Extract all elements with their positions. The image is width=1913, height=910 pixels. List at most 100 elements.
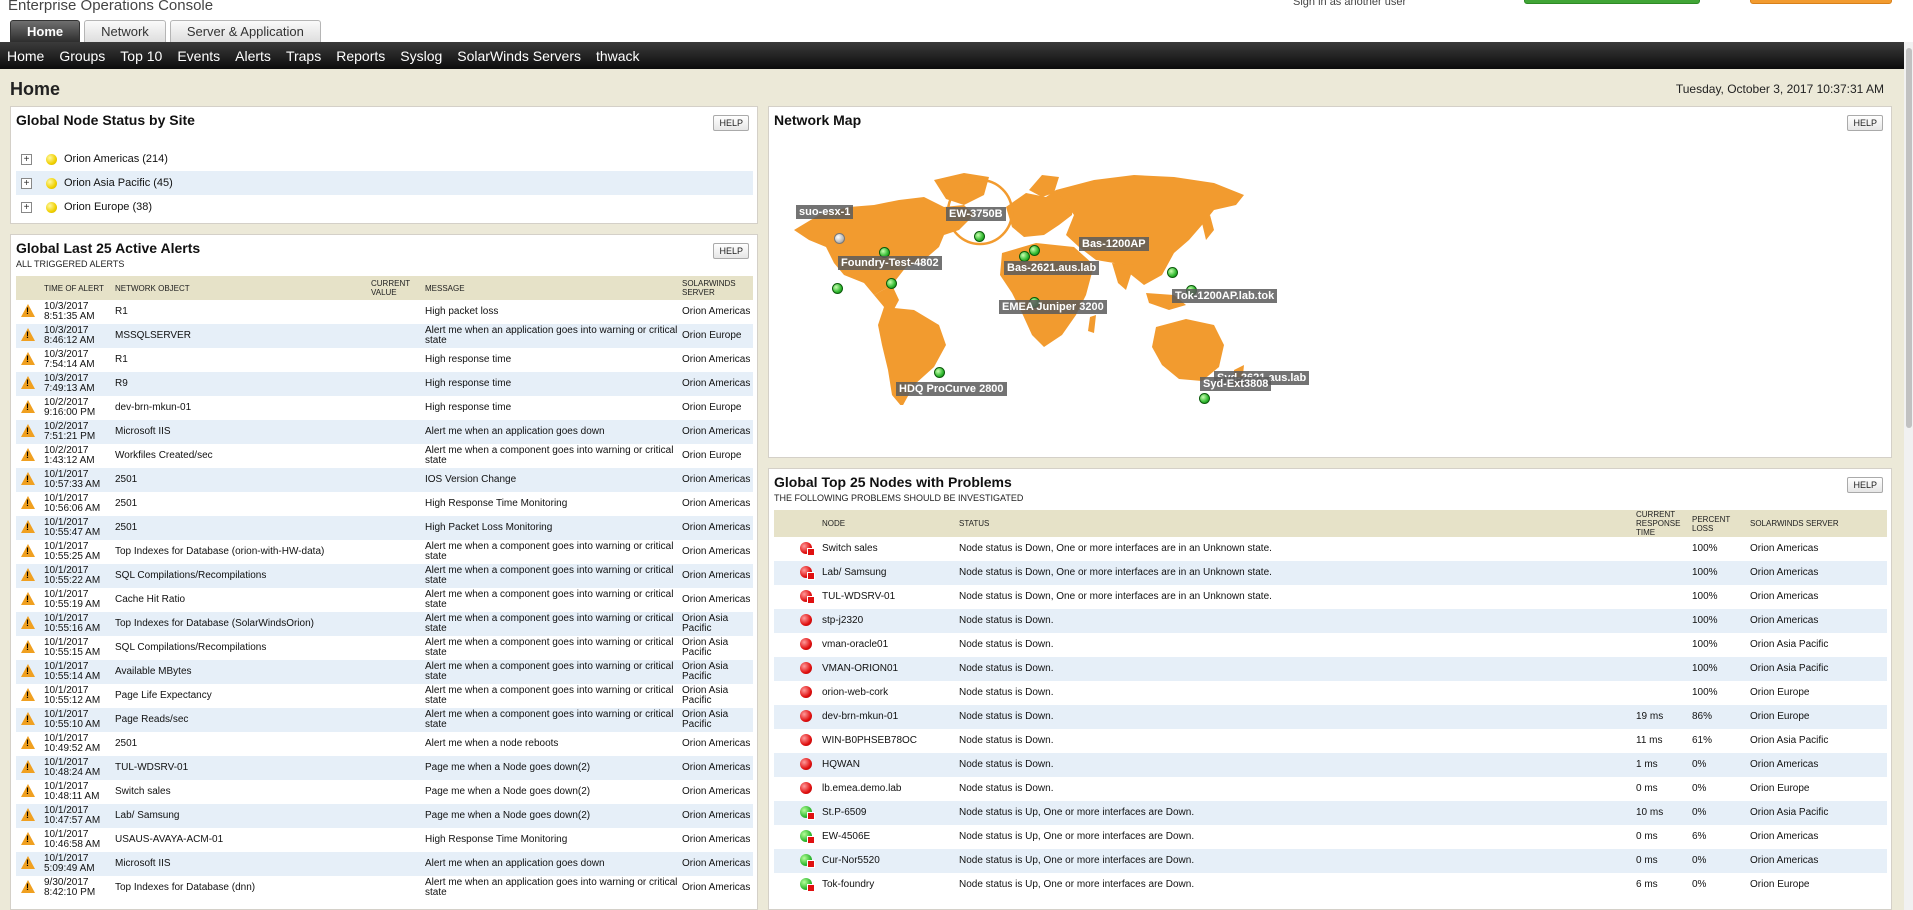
table-row[interactable]: dev-brn-mkun-01 Node status is Down. 19 ms… bbox=[774, 705, 1887, 729]
node-server[interactable]: Orion Europe bbox=[1748, 873, 1887, 897]
expand-icon[interactable]: + bbox=[21, 177, 32, 189]
alert-server[interactable]: Orion Europe bbox=[680, 444, 753, 468]
table-row[interactable]: Cur-Nor5520 Node status is Up, One or mor… bbox=[774, 849, 1887, 873]
node-server[interactable]: Orion Europe bbox=[1748, 705, 1887, 729]
node-name[interactable]: orion-web-cork bbox=[820, 681, 957, 705]
tab-server-application[interactable]: Server & Application bbox=[169, 20, 321, 42]
alert-server[interactable]: Orion Americas bbox=[680, 828, 753, 852]
alert-server[interactable]: Orion Americas bbox=[680, 564, 753, 588]
alert-network-object[interactable]: Lab/ Samsung bbox=[113, 804, 369, 828]
alert-message[interactable]: High response time bbox=[423, 372, 680, 396]
node-name[interactable]: Cur-Nor5520 bbox=[820, 849, 957, 873]
table-row[interactable]: vman-oracle01 Node status is Down. 100% Ori… bbox=[774, 633, 1887, 657]
alert-message[interactable]: Alert me when a component goes into warn… bbox=[423, 588, 680, 612]
node-server[interactable]: Orion Americas bbox=[1748, 585, 1887, 609]
alert-network-object[interactable]: Top Indexes for Database (dnn) bbox=[113, 876, 369, 900]
map-label[interactable]: EMEA Juniper 3200 bbox=[999, 300, 1107, 314]
help-button[interactable]: HELP bbox=[713, 115, 749, 131]
world-map[interactable]: suo-esx-1 EW-3750B Bas-1200AP Foundry-Te… bbox=[774, 135, 1674, 407]
alert-message[interactable]: Alert me when an application goes down bbox=[423, 420, 680, 444]
table-row[interactable]: HQWAN Node status is Down. 1 ms 0% Orion Ame… bbox=[774, 753, 1887, 777]
alert-network-object[interactable]: R1 bbox=[113, 300, 369, 324]
nav-top-10[interactable]: Top 10 bbox=[120, 48, 162, 64]
alert-server[interactable]: Orion Americas bbox=[680, 516, 753, 540]
alert-network-object[interactable]: Workfiles Created/sec bbox=[113, 444, 369, 468]
table-row[interactable]: VMAN-ORION01 Node status is Down. 100% Orio… bbox=[774, 657, 1887, 681]
alert-message[interactable]: Alert me when a component goes into warn… bbox=[423, 660, 680, 684]
table-row[interactable]: Tok-foundry Node status is Up, One or mor… bbox=[774, 873, 1887, 897]
map-node[interactable] bbox=[832, 283, 843, 294]
node-server[interactable]: Orion Europe bbox=[1748, 681, 1887, 705]
table-row[interactable]: orion-web-cork Node status is Down. 100% Or… bbox=[774, 681, 1887, 705]
node-name[interactable]: WIN-B0PHSEB78OC bbox=[820, 729, 957, 753]
alert-server[interactable]: Orion Americas bbox=[680, 804, 753, 828]
table-row[interactable]: 10/1/2017 10:55:12 AM Page Life Expectanc… bbox=[16, 684, 753, 708]
table-row[interactable]: 10/1/2017 10:55:22 AMSQL Compilations/Re… bbox=[16, 564, 753, 588]
alert-network-object[interactable]: USAUS-AVAYA-ACM-01 bbox=[113, 828, 369, 852]
alert-message[interactable]: Alert me when an application goes into w… bbox=[423, 324, 680, 348]
node-server[interactable]: Orion Asia Pacific bbox=[1748, 657, 1887, 681]
alert-network-object[interactable]: 2501 bbox=[113, 468, 369, 492]
node-server[interactable]: Orion Americas bbox=[1748, 537, 1887, 561]
table-row[interactable]: 10/3/2017 8:46:12 AMMSSQLSERVER Alert me … bbox=[16, 324, 753, 348]
nav-reports[interactable]: Reports bbox=[336, 48, 385, 64]
alert-server[interactable]: Orion Americas bbox=[680, 732, 753, 756]
map-label[interactable]: Foundry-Test-4802 bbox=[838, 256, 942, 270]
node-server[interactable]: Orion Europe bbox=[1748, 777, 1887, 801]
node-server[interactable]: Orion Americas bbox=[1748, 849, 1887, 873]
nav-groups[interactable]: Groups bbox=[59, 48, 105, 64]
alert-network-object[interactable]: TUL-WDSRV-01 bbox=[113, 756, 369, 780]
site-link[interactable]: Orion Asia Pacific (45) bbox=[64, 177, 173, 189]
nav-traps[interactable]: Traps bbox=[286, 48, 321, 64]
alert-server[interactable]: Orion Americas bbox=[680, 300, 753, 324]
alert-network-object[interactable]: R1 bbox=[113, 348, 369, 372]
node-name[interactable]: Switch sales bbox=[820, 537, 957, 561]
map-node[interactable] bbox=[1199, 393, 1210, 404]
node-name[interactable]: EW-4506E bbox=[820, 825, 957, 849]
table-row[interactable]: 10/1/2017 10:46:58 AM USAUS-AVAYA-ACM-01 H… bbox=[16, 828, 753, 852]
site-link[interactable]: Orion Americas (214) bbox=[64, 153, 168, 165]
expand-icon[interactable]: + bbox=[21, 153, 32, 165]
node-name[interactable]: lb.emea.demo.lab bbox=[820, 777, 957, 801]
table-row[interactable]: TUL-WDSRV-01 Node status is Down, One or … bbox=[774, 585, 1887, 609]
tab-home[interactable]: Home bbox=[10, 20, 81, 42]
node-name[interactable]: TUL-WDSRV-01 bbox=[820, 585, 957, 609]
table-row[interactable]: 10/3/2017 7:49:13 AMR9 High response time… bbox=[16, 372, 753, 396]
alert-network-object[interactable]: Available MBytes bbox=[113, 660, 369, 684]
alert-network-object[interactable]: Microsoft IIS bbox=[113, 420, 369, 444]
node-server[interactable]: Orion Americas bbox=[1748, 753, 1887, 777]
alert-message[interactable]: Alert me when a component goes into warn… bbox=[423, 540, 680, 564]
table-row[interactable]: 10/1/2017 10:48:24 AMTUL-WDSRV-01 Page me… bbox=[16, 756, 753, 780]
col-server[interactable]: SOLARWINDS SERVER bbox=[1748, 510, 1887, 537]
table-row[interactable]: 10/1/2017 10:56:06 AM 2501 High Response T… bbox=[16, 492, 753, 516]
col-response-time[interactable]: CURRENT RESPONSE TIME bbox=[1634, 510, 1690, 537]
table-row[interactable]: 10/1/2017 10:47:57 AMLab/ Samsung Page me… bbox=[16, 804, 753, 828]
nav-alerts[interactable]: Alerts bbox=[235, 48, 271, 64]
table-row[interactable]: 10/1/2017 10:49:52 AM 2501 Alert me when a… bbox=[16, 732, 753, 756]
table-row[interactable]: lb.emea.demo.lab Node status is Down. 0 ms… bbox=[774, 777, 1887, 801]
map-label[interactable]: Bas-2621.aus.lab bbox=[1004, 261, 1100, 275]
alert-server[interactable]: Orion Americas bbox=[680, 540, 753, 564]
table-row[interactable]: 10/1/2017 10:57:33 AM2501 IOS Version Cha… bbox=[16, 468, 753, 492]
alert-network-object[interactable]: Microsoft IIS bbox=[113, 852, 369, 876]
alert-message[interactable]: Alert me when an application goes down bbox=[423, 852, 680, 876]
node-name[interactable]: Lab/ Samsung bbox=[820, 561, 957, 585]
col-time[interactable]: TIME OF ALERT bbox=[42, 276, 113, 300]
alert-network-object[interactable]: Page Reads/sec bbox=[113, 708, 369, 732]
node-name[interactable]: VMAN-ORION01 bbox=[820, 657, 957, 681]
map-label[interactable]: HDQ ProCurve 2800 bbox=[896, 382, 1007, 396]
alert-network-object[interactable]: Top Indexes for Database (SolarWindsOrio… bbox=[113, 612, 369, 636]
alert-server[interactable]: Orion Americas bbox=[680, 348, 753, 372]
map-node[interactable] bbox=[886, 278, 897, 289]
alert-server[interactable]: Orion Asia Pacific bbox=[680, 636, 753, 660]
alert-server[interactable]: Orion Americas bbox=[680, 420, 753, 444]
node-name[interactable]: vman-oracle01 bbox=[820, 633, 957, 657]
alert-server[interactable]: Orion Europe bbox=[680, 396, 753, 420]
map-label[interactable]: suo-esx-1 bbox=[796, 205, 854, 219]
col-node[interactable]: NODE bbox=[820, 510, 957, 537]
table-row[interactable]: Lab/ Samsung Node status is Down, One or … bbox=[774, 561, 1887, 585]
help-button[interactable]: HELP bbox=[713, 243, 749, 259]
alert-network-object[interactable]: Page Life Expectancy bbox=[113, 684, 369, 708]
alert-network-object[interactable]: Top Indexes for Database (orion-with-HW-… bbox=[113, 540, 369, 564]
alert-message[interactable]: Alert me when a component goes into warn… bbox=[423, 612, 680, 636]
